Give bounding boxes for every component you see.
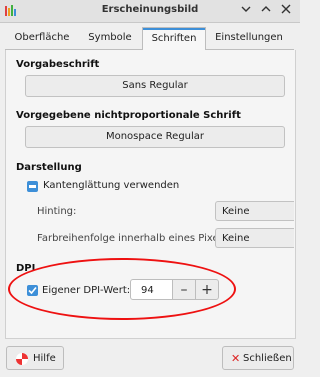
close-button[interactable]: ✕ Schließen (222, 346, 294, 370)
hinting-label: Hinting: (37, 206, 77, 217)
close-label: Schließen (243, 353, 292, 364)
subpixel-label: Farbreihenfolge innerhalb eines Pixels: (37, 233, 230, 244)
tab-einstellungen[interactable]: Einstellungen (206, 27, 292, 49)
mono-font-heading: Vorgegebene nichtproportionale Schrift (16, 110, 241, 121)
tab-bar: Oberfläche Symbole Schriften Einstellung… (5, 27, 294, 51)
window-title: Erscheinungsbild (101, 4, 199, 15)
close-x-icon: ✕ (231, 352, 241, 365)
maximize-icon[interactable] (258, 3, 274, 19)
help-icon (16, 353, 28, 365)
tab-schriften[interactable]: Schriften (142, 27, 206, 51)
default-font-button[interactable]: Sans Regular (25, 75, 285, 97)
tab-schriften-label: Schriften (151, 33, 197, 44)
mono-font-button[interactable]: Monospace Regular (25, 126, 285, 148)
default-font-heading: Vorgabeschrift (16, 59, 100, 70)
annotation-ellipse (8, 258, 236, 320)
tab-oberflaeche[interactable]: Oberfläche (5, 27, 79, 49)
tab-symbole[interactable]: Symbole (79, 27, 141, 49)
hinting-select[interactable]: Keine (215, 201, 294, 221)
help-button[interactable]: Hilfe (6, 346, 64, 370)
help-label: Hilfe (33, 353, 56, 364)
antialias-label: Kantenglättung verwenden (43, 180, 180, 191)
close-icon[interactable] (278, 3, 294, 19)
antialias-checkbox[interactable] (27, 181, 38, 192)
title-bar: Erscheinungsbild (0, 0, 300, 23)
active-tab-indicator (143, 28, 205, 30)
subpixel-select[interactable]: Keine (215, 228, 294, 248)
minimize-icon[interactable] (238, 3, 254, 19)
rendering-heading: Darstellung (16, 162, 82, 173)
